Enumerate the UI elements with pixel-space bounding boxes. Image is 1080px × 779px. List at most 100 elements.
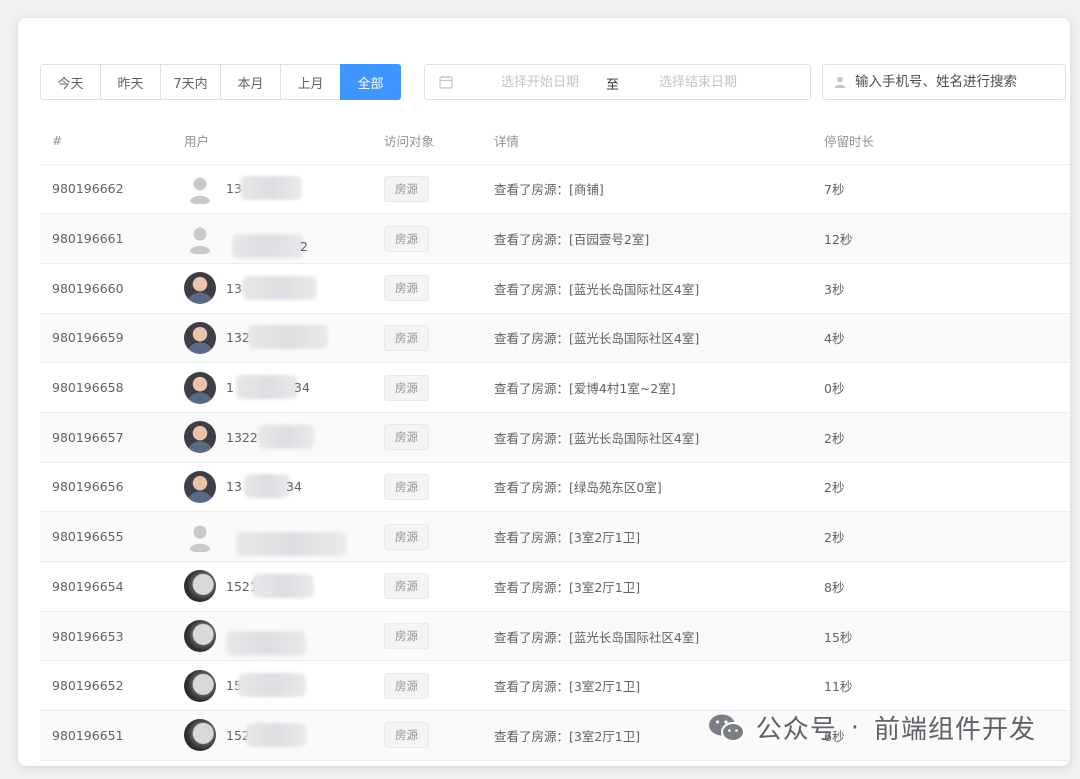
- table-row[interactable]: 980196653 房源 查看了房源：[蓝光长岛国际社区4室] 15秒: [40, 611, 1070, 662]
- phone-mask: [252, 573, 314, 598]
- phone-suffix: 34: [286, 479, 302, 495]
- search-input[interactable]: [855, 68, 1061, 96]
- search-box[interactable]: [822, 64, 1066, 100]
- user-phone: 1 34: [226, 375, 336, 400]
- user-phone: 152: [226, 722, 336, 747]
- phone-prefix: 1322: [226, 429, 258, 445]
- cell-duration: 2秒: [812, 462, 1070, 513]
- cell-duration: 15秒: [812, 611, 1070, 662]
- target-tag: 房源: [384, 324, 429, 351]
- cell-detail: 查看了房源：[3室2厅1卫]: [482, 660, 812, 712]
- phone-mask: [236, 531, 346, 556]
- target-tag: 房源: [384, 225, 429, 252]
- target-tag: 房源: [384, 722, 429, 749]
- visit-log-table: # 用户 访问对象 详情 停留时长 980196662 13 房源 查看了房源：[商铺…: [40, 118, 1070, 761]
- watermark: 公众号 · 前端组件开发: [706, 709, 1036, 746]
- cell-duration: 12秒: [812, 213, 1070, 264]
- cell-id: 980196659: [40, 313, 172, 364]
- cell-duration: 7秒: [812, 164, 1070, 215]
- start-date-input[interactable]: [465, 67, 615, 97]
- range-button-1[interactable]: 昨天: [100, 64, 161, 100]
- cell-target: 房源: [372, 164, 482, 215]
- cell-detail: 查看了房源：[商铺]: [482, 164, 812, 215]
- cell-id: 980196655: [40, 511, 172, 562]
- table-row[interactable]: 980196657 1322 房源 查看了房源：[蓝光长岛国际社区4室] 2秒: [40, 412, 1070, 463]
- table-row[interactable]: 980196661 2 房源 查看了房源：[百园壹号2室] 12秒: [40, 213, 1070, 264]
- cell-user: 152: [172, 710, 372, 761]
- user-phone: 13: [226, 275, 336, 300]
- col-header-target[interactable]: 访问对象: [372, 118, 482, 165]
- avatar: [184, 719, 216, 752]
- filter-toolbar: 今天昨天7天内本月上月全部 至: [40, 64, 1070, 100]
- target-tag: 房源: [384, 523, 429, 550]
- cell-user: 15: [172, 660, 372, 712]
- table-row[interactable]: 980196655 房源 查看了房源：[3室2厅1卫] 2秒: [40, 511, 1070, 562]
- cell-id: 980196658: [40, 362, 172, 413]
- col-header-duration[interactable]: 停留时长: [812, 118, 1070, 165]
- cell-user: 132: [172, 313, 372, 364]
- user-phone: 13: [226, 176, 336, 201]
- avatar: [184, 272, 216, 305]
- cell-id: 980196662: [40, 164, 172, 215]
- phone-suffix: 34: [294, 380, 310, 396]
- cell-duration: 4秒: [812, 313, 1070, 364]
- date-range-button-group: 今天 昨天 7天内 本月 上月 全部: [40, 64, 401, 100]
- cell-user: [172, 611, 372, 662]
- cell-target: 房源: [372, 313, 482, 364]
- col-header-id[interactable]: #: [40, 118, 172, 165]
- cell-target: 房源: [372, 462, 482, 513]
- avatar: [184, 470, 216, 503]
- col-header-detail[interactable]: 详情: [482, 118, 812, 165]
- user-phone: 13 34: [226, 474, 336, 499]
- cell-detail: 查看了房源：[蓝光长岛国际社区4室]: [482, 263, 812, 314]
- phone-mask: [248, 325, 328, 350]
- date-range-picker[interactable]: 至: [424, 64, 811, 100]
- cell-duration: 2秒: [812, 412, 1070, 463]
- table-header-row: # 用户 访问对象 详情 停留时长: [40, 118, 1070, 165]
- table-row[interactable]: 980196652 15 房源 查看了房源：[3室2厅1卫] 11秒: [40, 660, 1070, 712]
- target-tag: 房源: [384, 672, 429, 699]
- range-button-0[interactable]: 今天: [40, 64, 101, 100]
- cell-user: [172, 511, 372, 562]
- target-tag: 房源: [384, 275, 429, 302]
- phone-mask: [236, 375, 298, 400]
- phone-mask: [246, 722, 306, 747]
- user-phone: 1521: [226, 573, 336, 598]
- cell-duration: 11秒: [812, 660, 1070, 712]
- table-row[interactable]: 980196660 13 房源 查看了房源：[蓝光长岛国际社区4室] 3秒: [40, 263, 1070, 314]
- range-button-2[interactable]: 7天内: [160, 64, 221, 100]
- table-row[interactable]: 980196658 1 34 房源 查看了房源：[爱博4村1室~2室] 0秒: [40, 362, 1070, 413]
- cell-detail: 查看了房源：[百园壹号2室]: [482, 213, 812, 264]
- phone-mask: [238, 673, 306, 698]
- cell-target: 房源: [372, 213, 482, 264]
- watermark-account-name: 前端组件开发: [873, 715, 1036, 745]
- avatar: [184, 173, 216, 205]
- cell-target: 房源: [372, 710, 482, 761]
- avatar: [184, 521, 216, 553]
- range-button-4[interactable]: 上月: [280, 64, 341, 100]
- avatar: [184, 669, 216, 702]
- cell-user: 13 34: [172, 462, 372, 513]
- phone-mask: [258, 424, 314, 449]
- cell-duration: 8秒: [812, 561, 1070, 612]
- table-row[interactable]: 980196659 132 房源 查看了房源：[蓝光长岛国际社区4室] 4秒: [40, 313, 1070, 364]
- phone-mask: [244, 474, 290, 499]
- cell-target: 房源: [372, 263, 482, 314]
- cell-detail: 查看了房源：[3室2厅1卫]: [482, 561, 812, 612]
- table-row[interactable]: 980196662 13 房源 查看了房源：[商铺] 7秒: [40, 164, 1070, 215]
- cell-id: 980196657: [40, 412, 172, 463]
- phone-mask: [240, 176, 302, 201]
- table-row[interactable]: 980196656 13 34 房源 查看了房源：[绿岛苑东区0室] 2秒: [40, 462, 1070, 513]
- phone-suffix: 2: [300, 238, 308, 254]
- phone-prefix: 1: [226, 380, 234, 396]
- range-button-3[interactable]: 本月: [220, 64, 281, 100]
- range-button-5[interactable]: 全部: [340, 64, 401, 100]
- cell-detail: 查看了房源：[蓝光长岛国际社区4室]: [482, 611, 812, 662]
- col-header-user[interactable]: 用户: [172, 118, 372, 165]
- phone-prefix: 13: [226, 479, 242, 495]
- cell-id: 980196653: [40, 611, 172, 662]
- cell-target: 房源: [372, 412, 482, 463]
- phone-mask: [226, 631, 306, 656]
- table-row[interactable]: 980196654 1521 房源 查看了房源：[3室2厅1卫] 8秒: [40, 561, 1070, 612]
- end-date-input[interactable]: [623, 67, 773, 97]
